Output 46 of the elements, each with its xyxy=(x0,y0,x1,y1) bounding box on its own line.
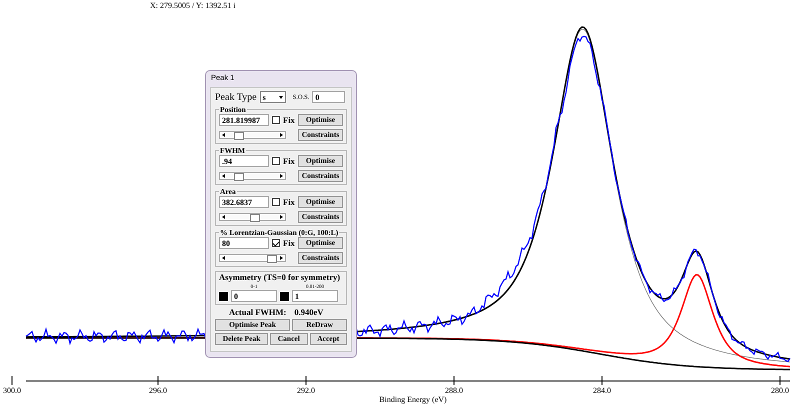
tick-label: 280.0 xyxy=(771,386,789,395)
fix-label: Fix xyxy=(283,156,295,166)
color-swatch[interactable] xyxy=(219,292,228,301)
color-swatch[interactable] xyxy=(280,292,289,301)
scroll-left-icon[interactable] xyxy=(222,174,225,178)
fix-label: Fix xyxy=(283,238,295,248)
fix-checkbox[interactable] xyxy=(272,116,280,124)
asymmetry-label: Asymmetry (TS=0 for symmetry) xyxy=(219,272,342,282)
scroll-left-icon[interactable] xyxy=(222,215,225,219)
scroll-thumb[interactable] xyxy=(267,255,278,263)
fix-checkbox[interactable] xyxy=(272,198,280,206)
cursor-readout: X: 279.5005 / Y: 1392.51 i xyxy=(150,1,236,10)
fix-checkbox[interactable] xyxy=(272,239,280,247)
value-field[interactable]: .94 xyxy=(219,155,269,167)
asymmetry-field[interactable]: 0 xyxy=(231,290,277,302)
scrollbar[interactable] xyxy=(219,213,286,221)
scroll-thumb[interactable] xyxy=(234,132,244,140)
scroll-right-icon[interactable] xyxy=(280,133,283,137)
fix-checkbox[interactable] xyxy=(272,157,280,165)
scroll-left-icon[interactable] xyxy=(222,133,225,137)
tick-label: 284.0 xyxy=(593,386,611,395)
fwhm-label: Actual FWHM: xyxy=(229,307,286,317)
tick-label: 292.0 xyxy=(297,386,315,395)
axis-title: Binding Energy (eV) xyxy=(379,395,447,404)
scrollbar[interactable] xyxy=(219,254,286,262)
scroll-right-icon[interactable] xyxy=(280,174,283,178)
scroll-right-icon[interactable] xyxy=(280,256,283,260)
fwhm-value: 0.940eV xyxy=(294,307,324,317)
peak-type-label: Peak Type xyxy=(215,92,257,102)
scroll-thumb[interactable] xyxy=(250,214,260,222)
scroll-right-icon[interactable] xyxy=(280,215,283,219)
sos-field[interactable]: 0 xyxy=(312,91,346,103)
scrollbar[interactable] xyxy=(219,172,286,180)
scroll-thumb[interactable] xyxy=(234,173,244,181)
fix-label: Fix xyxy=(283,115,295,125)
value-field[interactable]: 382.6837 xyxy=(219,196,269,208)
scroll-left-icon[interactable] xyxy=(222,256,225,260)
tick-label: 300.0 xyxy=(3,386,21,395)
asymmetry-field[interactable]: 1 xyxy=(292,290,338,302)
scrollbar[interactable] xyxy=(219,131,286,139)
peak-type-dropdown[interactable]: s xyxy=(260,91,286,103)
tick-label: 288.0 xyxy=(445,386,463,395)
tick-label: 296.0 xyxy=(149,386,167,395)
fix-label: Fix xyxy=(283,197,295,207)
value-field[interactable]: 281.819987 xyxy=(219,114,269,126)
value-field[interactable]: 80 xyxy=(219,237,269,249)
